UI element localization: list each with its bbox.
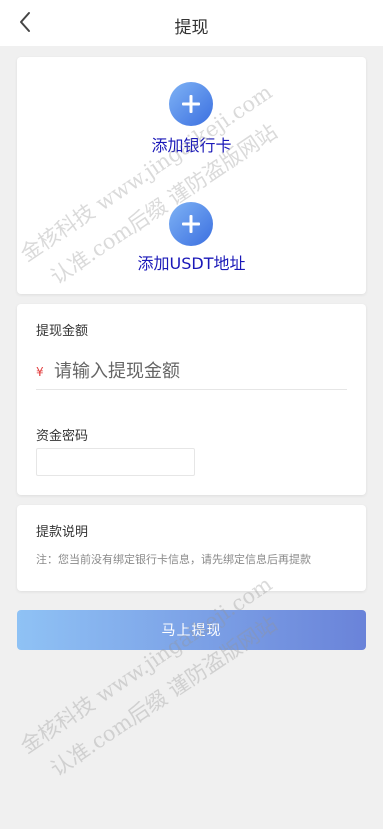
add-usdt-address-button[interactable]: 添加USDT地址 [17,202,366,274]
submit-label: 马上提现 [161,623,222,639]
withdraw-form-card: 提现金额 ¥ 资金密码 [17,304,366,495]
page-title: 提现 [174,18,209,38]
amount-field-row: ¥ [36,354,347,390]
withdraw-page: 提现 添加银行卡 添加USDT地址 提现金额 ¥ 请输入提现金额 资金密码 提款… [0,0,383,829]
bind-account-card: 添加银行卡 添加USDT地址 [17,57,366,294]
plus-icon[interactable] [169,82,213,126]
notes-text: 注：您当前没有绑定银行卡信息，请先绑定信息后再提款 [36,553,311,566]
withdraw-notes-card: 提款说明 注：您当前没有绑定银行卡信息，请先绑定信息后再提款 [17,505,366,591]
add-bank-card-button[interactable]: 添加银行卡 [17,82,366,157]
withdraw-submit-button[interactable]: 马上提现 [17,610,366,650]
amount-input[interactable] [54,361,334,382]
watermark-line: 金核科技 www.jingaikeji.com [16,571,277,759]
amount-label: 提现金额 [36,324,89,339]
fund-password-input[interactable] [36,448,195,476]
fund-password-label: 资金密码 [36,429,89,444]
add-bank-card-label[interactable]: 添加银行卡 [17,132,366,156]
currency-symbol: ¥ [36,364,44,379]
header-bar: 提现 [0,0,383,46]
plus-icon[interactable] [169,202,213,246]
notes-title: 提款说明 [36,525,89,540]
add-usdt-address-label[interactable]: 添加USDT地址 [17,250,366,274]
